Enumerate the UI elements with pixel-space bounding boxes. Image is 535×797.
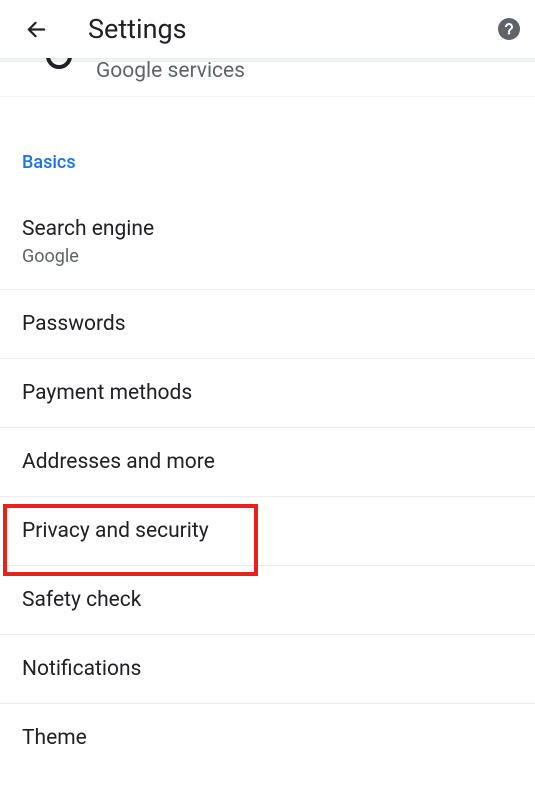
settings-item-passwords[interactable]: Passwords	[0, 290, 535, 359]
back-arrow-icon[interactable]	[24, 17, 48, 41]
settings-item-notifications[interactable]: Notifications	[0, 635, 535, 704]
settings-item-label: Passwords	[22, 312, 513, 336]
settings-item-label: Search engine	[22, 217, 513, 241]
header: Settings	[0, 0, 535, 58]
settings-item-privacy-and-security[interactable]: Privacy and security	[0, 497, 535, 566]
page-title: Settings	[88, 13, 187, 45]
google-icon	[46, 58, 74, 72]
settings-item-safety-check[interactable]: Safety check	[0, 566, 535, 635]
settings-item-label: Google services	[96, 59, 245, 83]
settings-item-label: Theme	[22, 726, 513, 750]
settings-item-label: Payment methods	[22, 381, 513, 405]
settings-item-label: Safety check	[22, 588, 513, 612]
settings-item-label: Notifications	[22, 657, 513, 681]
settings-item-payment-methods[interactable]: Payment methods	[0, 359, 535, 428]
settings-item-theme[interactable]: Theme	[0, 704, 535, 772]
settings-item-label: Addresses and more	[22, 450, 513, 474]
settings-item-label: Privacy and security	[22, 519, 513, 543]
settings-item-sublabel: Google	[22, 246, 513, 267]
section-label-basics: Basics	[0, 97, 535, 195]
settings-item-google-services[interactable]: Google services	[0, 62, 535, 97]
settings-item-addresses-and-more[interactable]: Addresses and more	[0, 428, 535, 497]
settings-item-search-engine[interactable]: Search engine Google	[0, 195, 535, 290]
help-icon[interactable]	[497, 17, 521, 41]
